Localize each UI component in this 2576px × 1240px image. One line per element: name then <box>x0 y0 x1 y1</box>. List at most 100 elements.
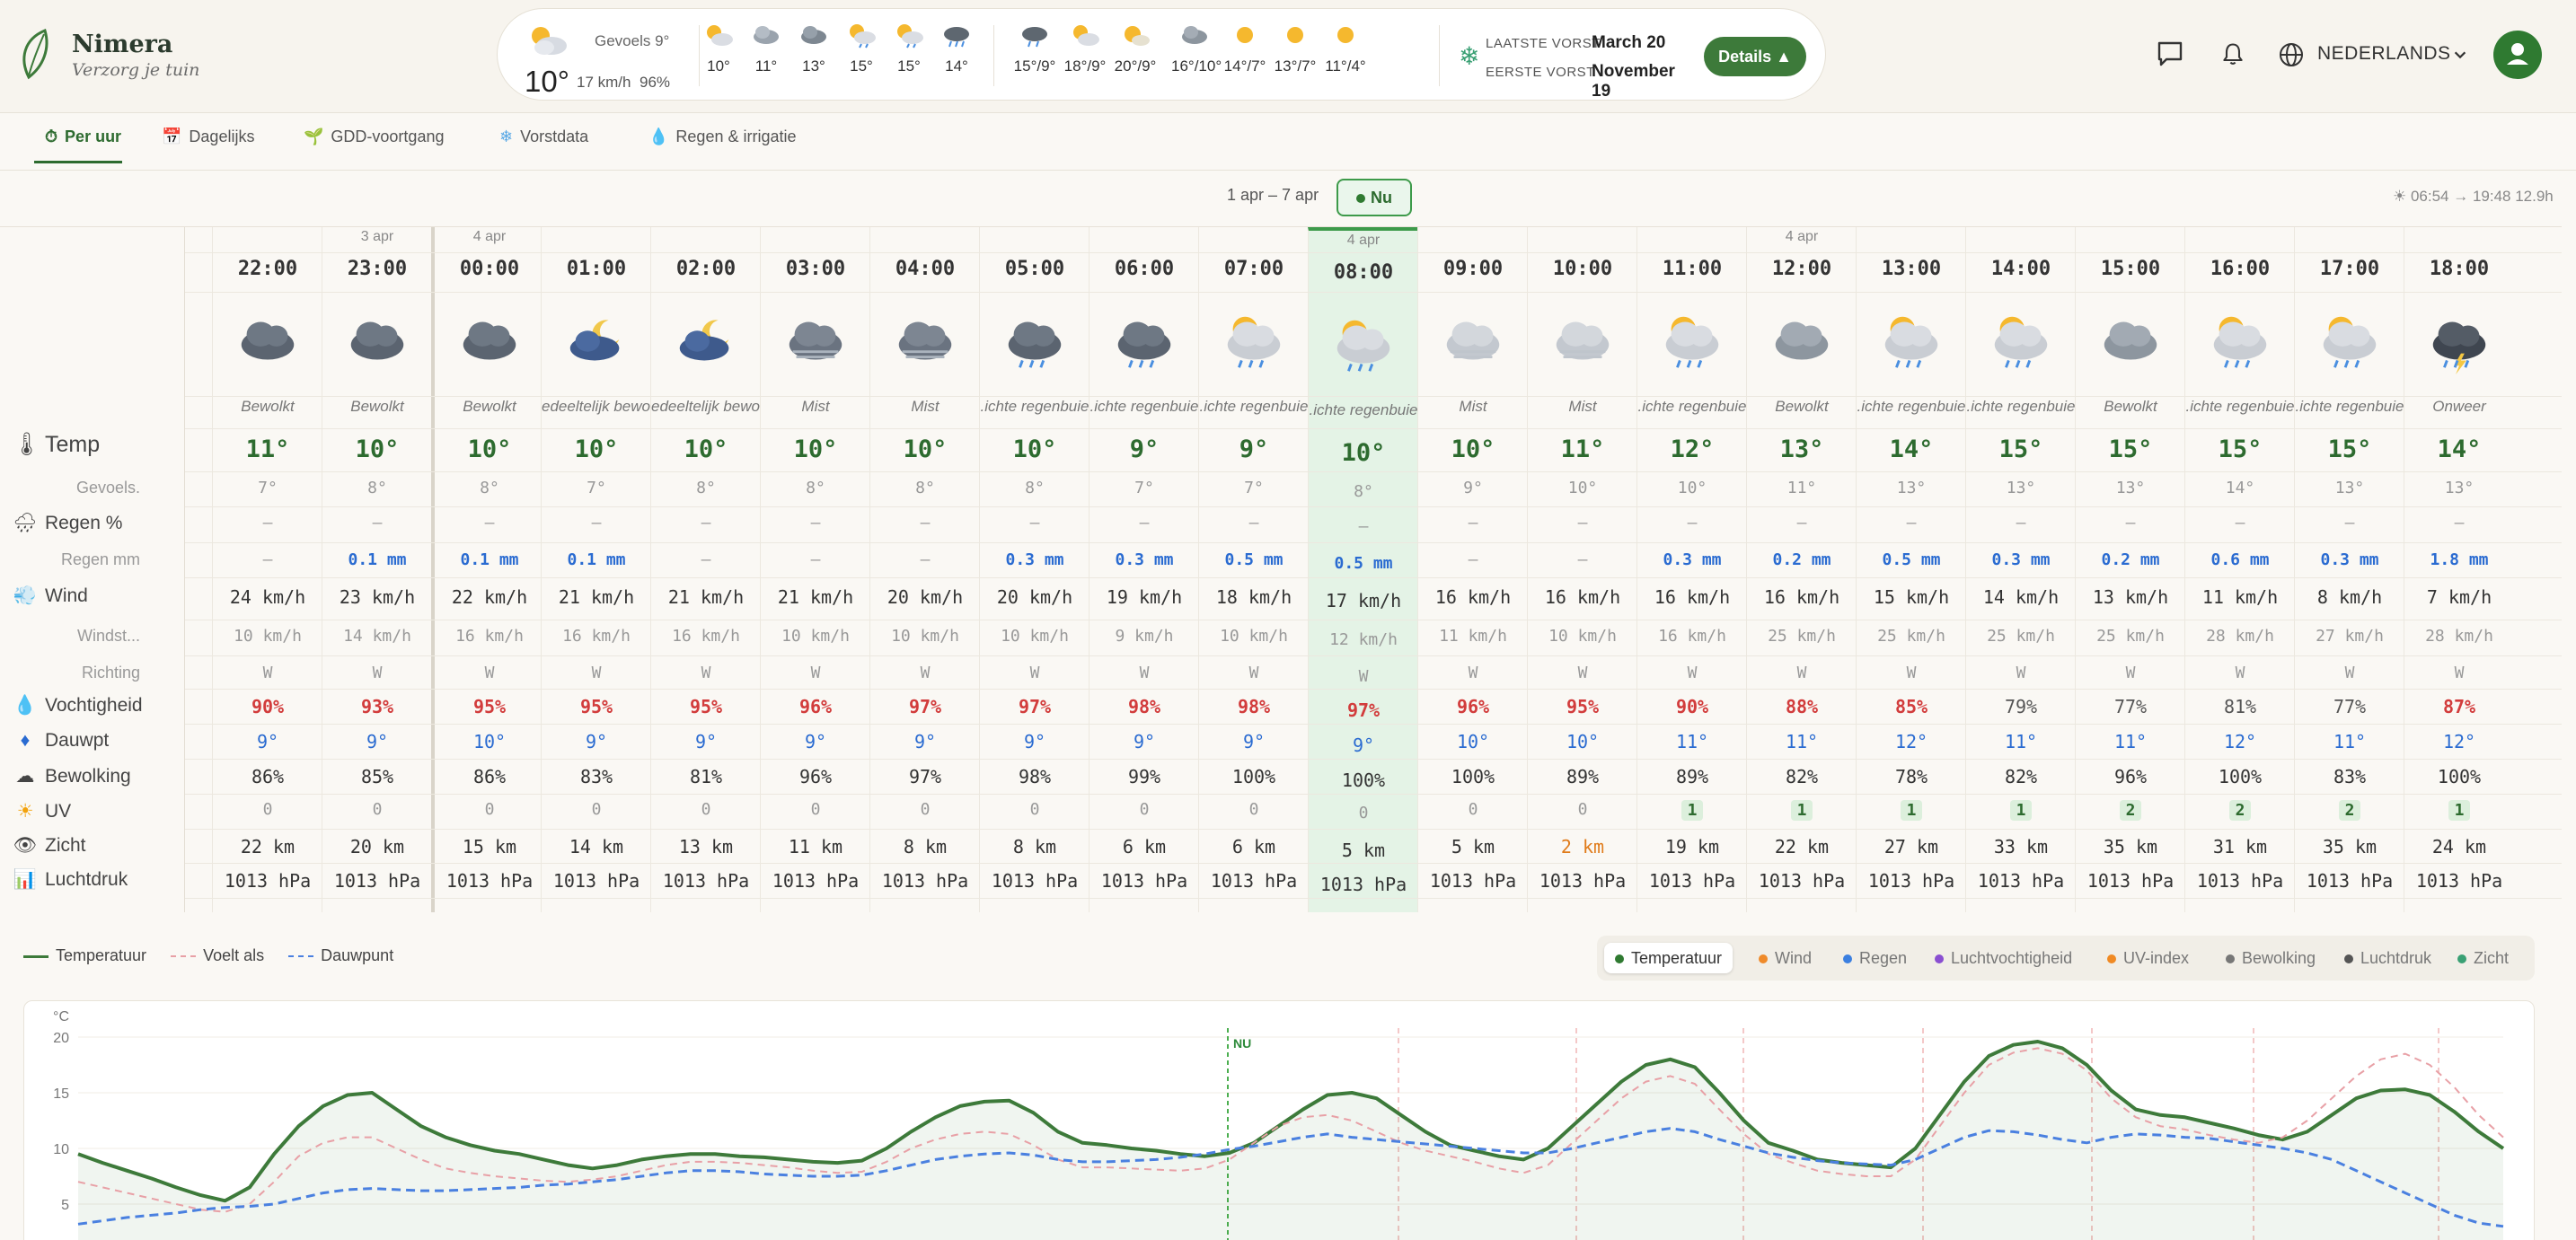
hour-forecast-mini[interactable]: 14° <box>933 22 980 75</box>
uv-value: 0 <box>1248 800 1259 819</box>
dewpoint-value: 11° <box>2004 731 2038 752</box>
language-selector[interactable]: NEDERLANDS <box>2317 43 2451 65</box>
hour-column[interactable]: 10:00 Mist 11° 10° – – 16 km/h 10 km/h W… <box>1527 227 1636 912</box>
metric-tab-regen[interactable]: Regen <box>1832 943 1918 973</box>
tab-gdd-voortgang[interactable]: 🌱 GDD-voortgang <box>304 128 444 163</box>
metric-tab-zicht[interactable]: Zicht <box>2447 943 2519 973</box>
hour-column[interactable]: 4 apr 12:00 Bewolkt 13° 11° – 0.2 mm 16 … <box>1746 227 1856 912</box>
rain-pct-value: – <box>1906 514 1917 532</box>
hour-column[interactable]: 04:00 Mist 10° 8° – – 20 km/h 10 km/h W … <box>869 227 979 912</box>
temp-value: 10° <box>684 435 728 463</box>
current-feels: Gevoels 9° <box>595 32 670 49</box>
hour-forecast-mini[interactable]: 15° <box>886 22 932 75</box>
metric-tab-uv-index[interactable]: UV-index <box>2096 943 2200 973</box>
chevron-down-icon[interactable] <box>2452 47 2468 63</box>
visibility-value: 35 km <box>2322 836 2378 857</box>
hour-date: 3 apr <box>360 229 394 244</box>
cloud-icon <box>801 26 826 44</box>
hour-column[interactable]: 4 apr 00:00 Bewolkt 10° 8° – 0.1 mm 22 k… <box>431 227 541 912</box>
tab-vorstdata[interactable]: ❄ Vorstdata <box>499 128 588 163</box>
condition: Mist <box>911 398 940 415</box>
hour-column[interactable]: 01:00 edeeltelijk bewol 10° 7° – 0.1 mm … <box>541 227 651 912</box>
condition: Bewolkt <box>463 398 516 415</box>
pressure-value: 1013 hPa <box>1539 870 1627 892</box>
brand-name[interactable]: Nimera <box>72 31 172 58</box>
row-divider <box>0 655 2562 656</box>
tab-per-uur[interactable]: ⏱ Per uur <box>34 128 122 163</box>
hour-forecast-mini[interactable]: 11° <box>743 22 790 75</box>
leaf-logo-icon[interactable] <box>18 27 54 81</box>
hour-forecast-mini[interactable]: 15° <box>838 22 885 75</box>
metric-tab-wind[interactable]: Wind <box>1748 943 1822 973</box>
metric-tab-bewolking[interactable]: Bewolking <box>2215 943 2326 973</box>
droplet-icon: 💧 <box>13 695 38 716</box>
hour-column[interactable]: 13:00 .ichte regenbuie 14° 13° – 0.5 mm … <box>1856 227 1965 912</box>
hour-column[interactable]: 15:00 Bewolkt 15° 13° – 0.2 mm 13 km/h 2… <box>2075 227 2184 912</box>
hour-column[interactable]: 07:00 .ichte regenbuie 9° 7° – 0.5 mm 18… <box>1198 227 1308 912</box>
feels-value: 9° <box>1463 479 1483 497</box>
frost-dates: ❄ LAATSTE VORST March 20 EERSTE VORST No… <box>1441 9 1692 101</box>
dewpoint-value: 11° <box>1785 731 1819 752</box>
hour-column[interactable]: 11:00 .ichte regenbuie 12° 10° – 0.3 mm … <box>1636 227 1746 912</box>
visibility-value: 6 km <box>1231 836 1276 857</box>
direction-value: W <box>1577 664 1588 682</box>
hour-column[interactable]: 16:00 .ichte regenbuie 15° 14° – 0.6 mm … <box>2184 227 2294 912</box>
tab-dagelijks[interactable]: 📅 Dagelijks <box>162 128 254 163</box>
hourly-columns[interactable]: 22:00 Bewolkt 11° 7° – – 24 km/h 10 km/h… <box>185 227 2562 912</box>
weather-summary-pill[interactable]: Gevoels 9° 10° 17 km/h 96% 10° 11° 13° 1… <box>497 8 1826 101</box>
day-forecast-mini[interactable]: 18°/9° <box>1062 22 1108 75</box>
metric-tab-temperatuur[interactable]: Temperatuur <box>1604 943 1734 973</box>
hour-column[interactable]: 3 apr 23:00 Bewolkt 10° 8° – 0.1 mm 23 k… <box>322 227 431 912</box>
globe-icon[interactable] <box>2278 41 2305 68</box>
user-avatar[interactable] <box>2493 31 2542 79</box>
uv-value: 0 <box>1139 800 1150 819</box>
temperature-chart-svg[interactable]: 20 15 10 5 °C NU <box>24 1001 2535 1240</box>
row-label-rain-pct: 🌧 Regen % <box>13 513 123 533</box>
day-forecast-mini[interactable]: 20°/9° <box>1112 22 1159 75</box>
chat-icon[interactable] <box>2156 40 2184 68</box>
temp-value: 13° <box>1779 435 1824 463</box>
day-forecast-mini[interactable]: 16°/10° <box>1171 22 1222 75</box>
hour-column[interactable]: 05:00 .ichte regenbuie 10° 8° – 0.3 mm 2… <box>979 227 1089 912</box>
tab-regen-irrigatie[interactable]: 💧 Regen & irrigatie <box>648 128 797 163</box>
hour-column[interactable]: 02:00 edeeltelijk bewol 10° 8° – – 21 km… <box>650 227 761 912</box>
bell-icon[interactable] <box>2220 40 2245 68</box>
rain-pct-value: – <box>920 514 931 532</box>
moon-weather-icon <box>679 320 729 361</box>
row-divider <box>0 829 2562 830</box>
hour-time: 07:00 <box>1223 258 1284 280</box>
details-button[interactable]: Details ▲ <box>1704 37 1806 76</box>
metric-tab-luchtdruk[interactable]: Luchtdruk <box>2333 943 2442 973</box>
hour-column[interactable]: 18:00 Onweer 14° 13° – 1.8 mm 7 km/h 28 … <box>2404 227 2513 912</box>
sun-cloud-icon <box>1125 26 1150 46</box>
hour-column[interactable]: 4 apr 08:00 .ichte regenbuie 10° 8° – 0.… <box>1308 227 1417 912</box>
sun-icon: ☀ <box>16 801 34 822</box>
metric-tab-luchtvochtigheid[interactable]: Luchtvochtigheid <box>1924 943 2083 973</box>
temperature-chart[interactable]: 20 15 10 5 °C NU <box>23 1000 2535 1240</box>
day-forecast-mini[interactable]: 14°/7° <box>1222 22 1268 75</box>
feels-value: 13° <box>1896 479 1927 497</box>
hour-column[interactable]: 09:00 Mist 10° 9° – – 16 km/h 11 km/h W … <box>1417 227 1527 912</box>
humidity-value: 81% <box>2223 696 2257 717</box>
hour-column[interactable]: 06:00 .ichte regenbuie 9° 7° – 0.3 mm 19… <box>1089 227 1198 912</box>
wind-value: 18 km/h <box>1215 586 1292 608</box>
now-button[interactable]: Nu <box>1337 179 1412 216</box>
tab-label: Regen & irrigatie <box>675 128 797 145</box>
uv-value: 0 <box>1468 800 1478 819</box>
hour-column[interactable]: 14:00 .ichte regenbuie 15° 13° – 0.3 mm … <box>1965 227 2075 912</box>
day-forecast-mini[interactable]: 15°/9° <box>1011 22 1058 75</box>
hour-forecast-mini[interactable]: 10° <box>695 22 742 75</box>
fogday-weather-icon <box>1556 321 1610 360</box>
uv-badge: 1 <box>1681 800 1703 821</box>
hour-column[interactable]: 17:00 .ichte regenbuie 15° 13° – 0.3 mm … <box>2294 227 2404 912</box>
cloud-value: 83% <box>2333 766 2367 787</box>
day-forecast-mini[interactable]: 13°/7° <box>1272 22 1319 75</box>
day-forecast-mini[interactable]: 11°/4° <box>1322 22 1369 75</box>
hour-column[interactable]: 22:00 Bewolkt 11° 7° – – 24 km/h 10 km/h… <box>212 227 322 912</box>
visibility-value: 33 km <box>1993 836 2049 857</box>
feels-value: 8° <box>806 479 825 497</box>
hour-forecast-mini[interactable]: 13° <box>790 22 837 75</box>
hourly-grid[interactable]: 22:00 Bewolkt 11° 7° – – 24 km/h 10 km/h… <box>0 226 2562 912</box>
visibility-value: 8 km <box>903 836 948 857</box>
hour-column[interactable]: 03:00 Mist 10° 8° – – 21 km/h 10 km/h W … <box>760 227 869 912</box>
